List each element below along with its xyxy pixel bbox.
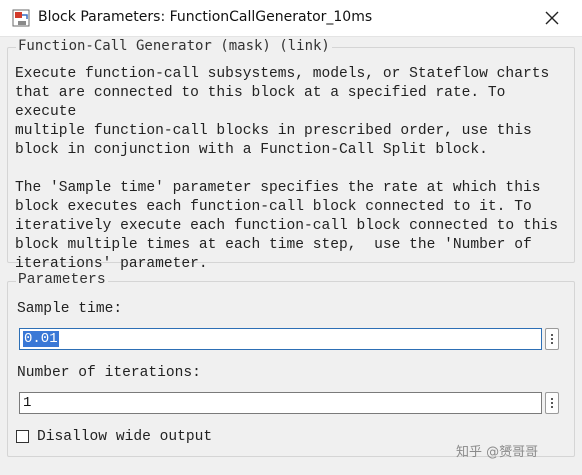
close-button[interactable] bbox=[538, 4, 566, 32]
iterations-field[interactable]: 1 bbox=[19, 392, 542, 414]
sample-time-value: 0.01 bbox=[23, 331, 59, 347]
iterations-label: Number of iterations: bbox=[17, 365, 201, 381]
simulink-block-icon bbox=[12, 9, 30, 27]
window-title: Block Parameters: FunctionCallGenerator_… bbox=[38, 9, 373, 25]
mask-header: Function-Call Generator (mask) (link) bbox=[16, 38, 332, 54]
close-icon bbox=[545, 11, 559, 25]
sample-time-more-button[interactable] bbox=[545, 328, 559, 350]
parameters-header: Parameters bbox=[16, 272, 108, 288]
mask-description: Execute function-call subsystems, models… bbox=[15, 66, 558, 272]
iterations-more-button[interactable] bbox=[545, 392, 559, 414]
sample-time-field[interactable]: 0.01 bbox=[19, 328, 542, 350]
iterations-value: 1 bbox=[23, 395, 32, 411]
title-bar: Block Parameters: FunctionCallGenerator_… bbox=[0, 0, 582, 37]
disallow-wide-output-checkbox[interactable] bbox=[16, 430, 29, 443]
watermark: 知乎 @赟哥哥 bbox=[456, 445, 539, 460]
disallow-wide-output-label: Disallow wide output bbox=[37, 429, 213, 445]
sample-time-label: Sample time: bbox=[17, 301, 123, 317]
